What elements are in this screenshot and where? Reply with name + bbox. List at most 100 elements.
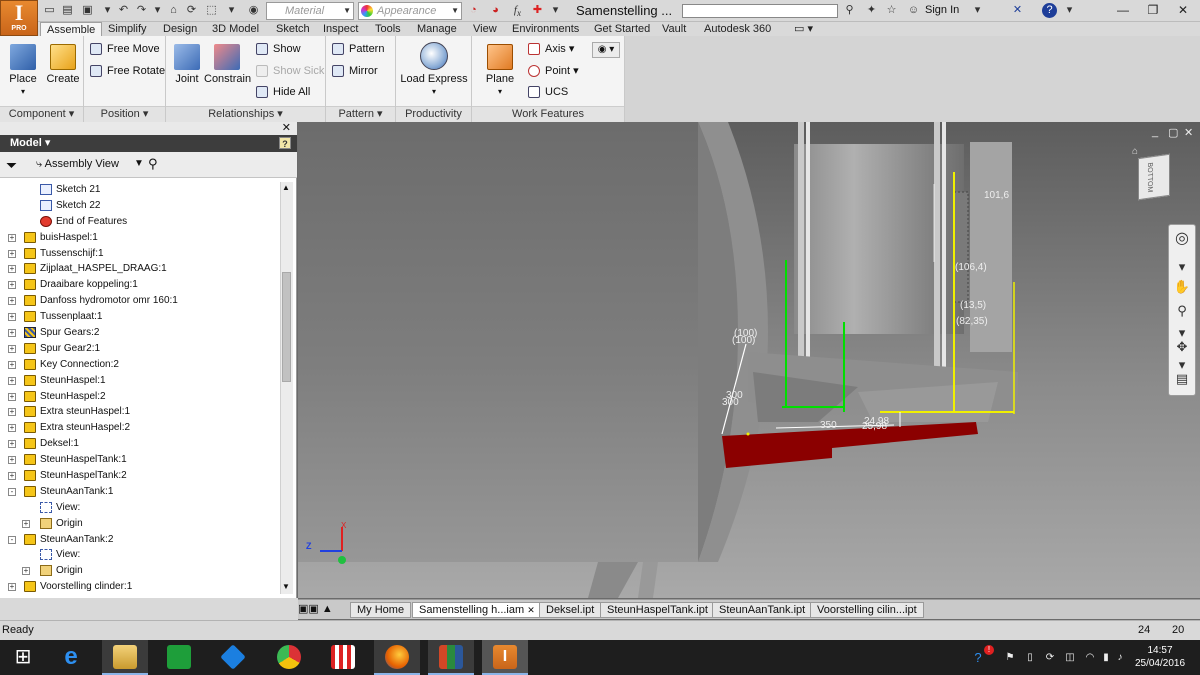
dim-label[interactable]: (82,35) — [956, 316, 988, 327]
dim-label[interactable]: 101,6 — [984, 190, 1009, 201]
doc-tab-steunaantank[interactable]: SteunAanTank.ipt — [712, 602, 813, 618]
viewport-maximize-icon[interactable]: ▢ — [1168, 126, 1178, 139]
expand-icon[interactable]: + — [8, 408, 16, 417]
redo-icon[interactable]: ↷ — [134, 3, 149, 18]
parameters-icon[interactable]: fx — [510, 3, 525, 18]
taskbar-app[interactable] — [320, 640, 366, 675]
expand-icon[interactable]: + — [8, 249, 16, 258]
select-dropdown-icon[interactable]: ▾ — [224, 3, 239, 18]
favorites-icon[interactable]: ☆ — [884, 3, 899, 18]
taskbar-app[interactable] — [210, 640, 256, 675]
taskbar-app[interactable]: e — [48, 640, 94, 675]
show-button[interactable]: Show — [256, 40, 301, 58]
tree-item[interactable]: - SteunAanTank:2 — [0, 532, 280, 548]
tree-item[interactable]: View: — [0, 500, 280, 516]
home-icon[interactable]: ⌂ — [166, 3, 181, 18]
mirror-button[interactable]: Mirror — [332, 62, 378, 80]
create-button[interactable]: Create — [44, 44, 82, 85]
close-icon[interactable]: ✕ — [1168, 0, 1198, 20]
collapse-icon[interactable]: - — [8, 487, 16, 496]
tab-3d-model[interactable]: 3D Model — [206, 22, 265, 37]
taskbar-app[interactable] — [266, 640, 312, 675]
undo-icon[interactable]: ↶ — [116, 3, 131, 18]
redo-dropdown-icon[interactable]: ▾ — [150, 3, 165, 18]
steering-wheel-icon[interactable]: ◎ — [1172, 229, 1192, 249]
ilogic-icon[interactable]: ✚ — [530, 3, 545, 18]
clear-appearance-icon[interactable]: ◔ — [466, 3, 481, 18]
tree-scrollbar-thumb[interactable] — [282, 272, 291, 382]
sign-in-button[interactable]: Sign In — [925, 4, 959, 16]
dim-label[interactable]: 25,98 — [862, 421, 887, 432]
look-at-icon[interactable]: ▤ — [1172, 369, 1192, 389]
tab-inspect[interactable]: Inspect — [317, 22, 364, 37]
tree-item[interactable]: + buisHaspel:1 — [0, 230, 280, 246]
orbit-icon[interactable]: ✥ — [1172, 337, 1192, 357]
viewcube[interactable]: BOTTOM — [1138, 153, 1170, 201]
load-express-button[interactable]: Load Express ▾ — [400, 42, 468, 97]
assembly-view-select[interactable]: ⤷ Assembly View — [36, 158, 119, 171]
binoculars-icon[interactable]: ⚲ — [148, 156, 158, 172]
dim-label[interactable]: (100) — [732, 335, 755, 346]
tree-item[interactable]: Sketch 22 — [0, 198, 280, 214]
tree-item[interactable]: + SteunHaspel:2 — [0, 389, 280, 405]
tree-item[interactable]: + Origin — [0, 563, 280, 579]
material-combo[interactable]: Material ▼ — [266, 2, 354, 20]
tree-item[interactable]: View: — [0, 547, 280, 563]
ucs-button[interactable]: UCS — [528, 83, 568, 101]
zoom-icon[interactable]: ⚲ — [1172, 301, 1192, 321]
tab-design[interactable]: Design — [157, 22, 203, 37]
tree-item[interactable]: End of Features — [0, 214, 280, 230]
tab-autodesk-360[interactable]: Autodesk 360 — [698, 22, 777, 37]
nav-dropdown-icon[interactable]: ▾ — [1172, 257, 1192, 277]
graphics-viewport[interactable]: 101,6 (106,4) (13,5) (82,35) (100) (100)… — [298, 122, 1200, 598]
tab-assemble[interactable]: Assemble — [40, 22, 103, 37]
tab-manage[interactable]: Manage — [411, 22, 463, 37]
sign-in-dropdown-icon[interactable]: ▾ — [970, 3, 985, 18]
exchange-apps-icon[interactable]: ✕ — [1010, 3, 1025, 18]
axis-button[interactable]: Axis ▾ — [528, 40, 574, 58]
help-tray-icon[interactable]: ? — [972, 651, 984, 664]
tree-item[interactable]: + Extra steunHaspel:2 — [0, 420, 280, 436]
expand-icon[interactable]: + — [8, 440, 16, 449]
dim-label[interactable]: (13,5) — [960, 300, 986, 311]
expand-icon[interactable]: + — [8, 313, 16, 322]
taskbar-app[interactable] — [428, 640, 474, 675]
volume-icon[interactable]: ♪ — [1114, 652, 1126, 664]
expand-icon[interactable]: + — [22, 567, 30, 576]
help-dropdown-icon[interactable]: ▾ — [1062, 3, 1077, 18]
qa-customize-icon[interactable]: ▾ — [548, 3, 563, 18]
expand-icon[interactable]: + — [8, 297, 16, 306]
application-menu-button[interactable]: I PRO — [0, 0, 38, 36]
browser-title-bar[interactable]: Model ▾ ? — [0, 135, 297, 152]
doc-tab-deksel[interactable]: Deksel.ipt — [539, 602, 602, 618]
tree-item[interactable]: + Draaibare koppeling:1 — [0, 277, 280, 293]
panel-pattern-label[interactable]: Pattern ▾ — [326, 106, 395, 122]
selected-part-steunaantank[interactable] — [722, 422, 978, 468]
start-button[interactable]: ⊞ — [0, 640, 46, 675]
joint-button[interactable]: Joint — [170, 44, 204, 85]
expand-icon[interactable]: + — [8, 233, 16, 242]
view-dropdown-icon[interactable]: ▼ — [134, 158, 144, 169]
binoculars-icon[interactable]: ⚲ — [842, 3, 857, 18]
viewport-minimize-icon[interactable]: _ — [1152, 126, 1158, 138]
tree-item[interactable]: - SteunAanTank:1 — [0, 484, 280, 500]
tab-sketch[interactable]: Sketch — [270, 22, 316, 37]
save-dropdown-icon[interactable]: ▾ — [100, 3, 115, 18]
panel-component-label[interactable]: Component ▾ — [0, 106, 83, 122]
expand-icon[interactable]: + — [8, 376, 16, 385]
taskbar-app[interactable] — [102, 640, 148, 675]
doc-tab-samenstelling[interactable]: Samenstelling h...iam ✕ — [412, 602, 542, 618]
dim-label[interactable]: 350 — [820, 420, 837, 431]
expand-icon[interactable]: + — [8, 456, 16, 465]
scroll-up-icon[interactable]: ▲ — [282, 183, 290, 192]
tree-item[interactable]: + Spur Gear2:1 — [0, 341, 280, 357]
dim-label[interactable]: 300 — [722, 397, 739, 408]
tile-windows-icon[interactable]: ▣▣ ▲ — [298, 602, 346, 615]
viewcube-home-icon[interactable]: ⌂ — [1132, 146, 1138, 157]
select-icon[interactable]: ⬚ — [204, 3, 219, 18]
free-rotate-button[interactable]: Free Rotate — [90, 62, 165, 80]
expand-icon[interactable]: + — [22, 519, 30, 528]
filter-icon[interactable]: ⏷ — [6, 157, 17, 174]
appearance-combo[interactable]: Appearance ▼ — [358, 2, 462, 20]
tree-item[interactable]: + Origin — [0, 516, 280, 532]
